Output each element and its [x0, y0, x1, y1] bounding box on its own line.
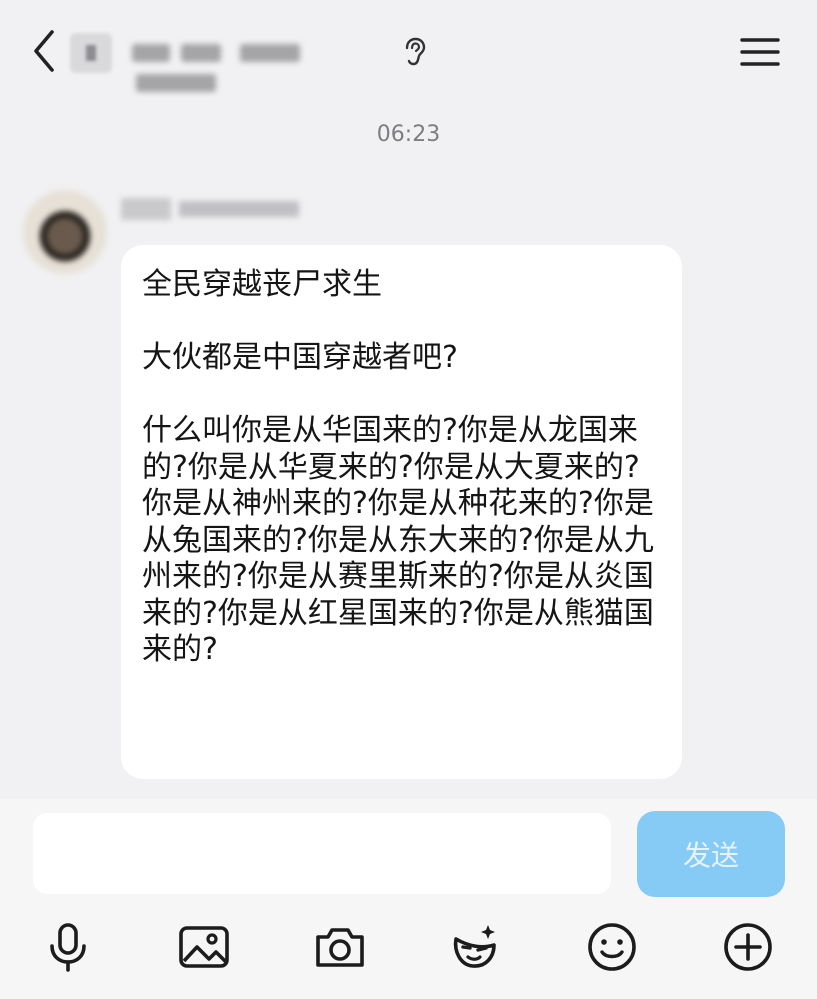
image-icon	[179, 926, 229, 968]
ear-icon[interactable]	[402, 37, 428, 67]
chevron-left-icon	[34, 30, 54, 72]
chat-title[interactable]	[132, 36, 387, 92]
sender-avatar[interactable]	[23, 190, 107, 274]
send-button[interactable]: 发送	[637, 811, 785, 897]
emoji-button[interactable]	[584, 919, 640, 975]
voice-button[interactable]	[40, 919, 96, 975]
sticker-icon	[453, 925, 496, 968]
composer: 发送	[0, 799, 817, 999]
plus-icon	[724, 923, 772, 971]
message-text: 全民穿越丧尸求生 大伙都是中国穿越者吧? 什么叫你是从华国来的?你是从龙国来的?…	[142, 267, 654, 667]
message-bubble[interactable]: 全民穿越丧尸求生 大伙都是中国穿越者吧? 什么叫你是从华国来的?你是从龙国来的?…	[121, 245, 682, 779]
camera-icon	[316, 928, 364, 967]
message-input[interactable]	[33, 813, 611, 894]
back-button[interactable]	[28, 28, 62, 74]
menu-button[interactable]	[740, 36, 780, 68]
sticker-button[interactable]	[446, 919, 502, 975]
hamburger-menu-icon	[740, 38, 780, 66]
microphone-icon	[50, 923, 86, 972]
chat-header	[0, 0, 817, 105]
message-timestamp: 06:23	[376, 122, 441, 147]
emoji-icon	[588, 923, 636, 971]
group-avatar[interactable]	[70, 33, 112, 73]
camera-button[interactable]	[312, 919, 368, 975]
more-button[interactable]	[720, 919, 776, 975]
sender-name	[121, 193, 306, 225]
image-button[interactable]	[176, 919, 232, 975]
